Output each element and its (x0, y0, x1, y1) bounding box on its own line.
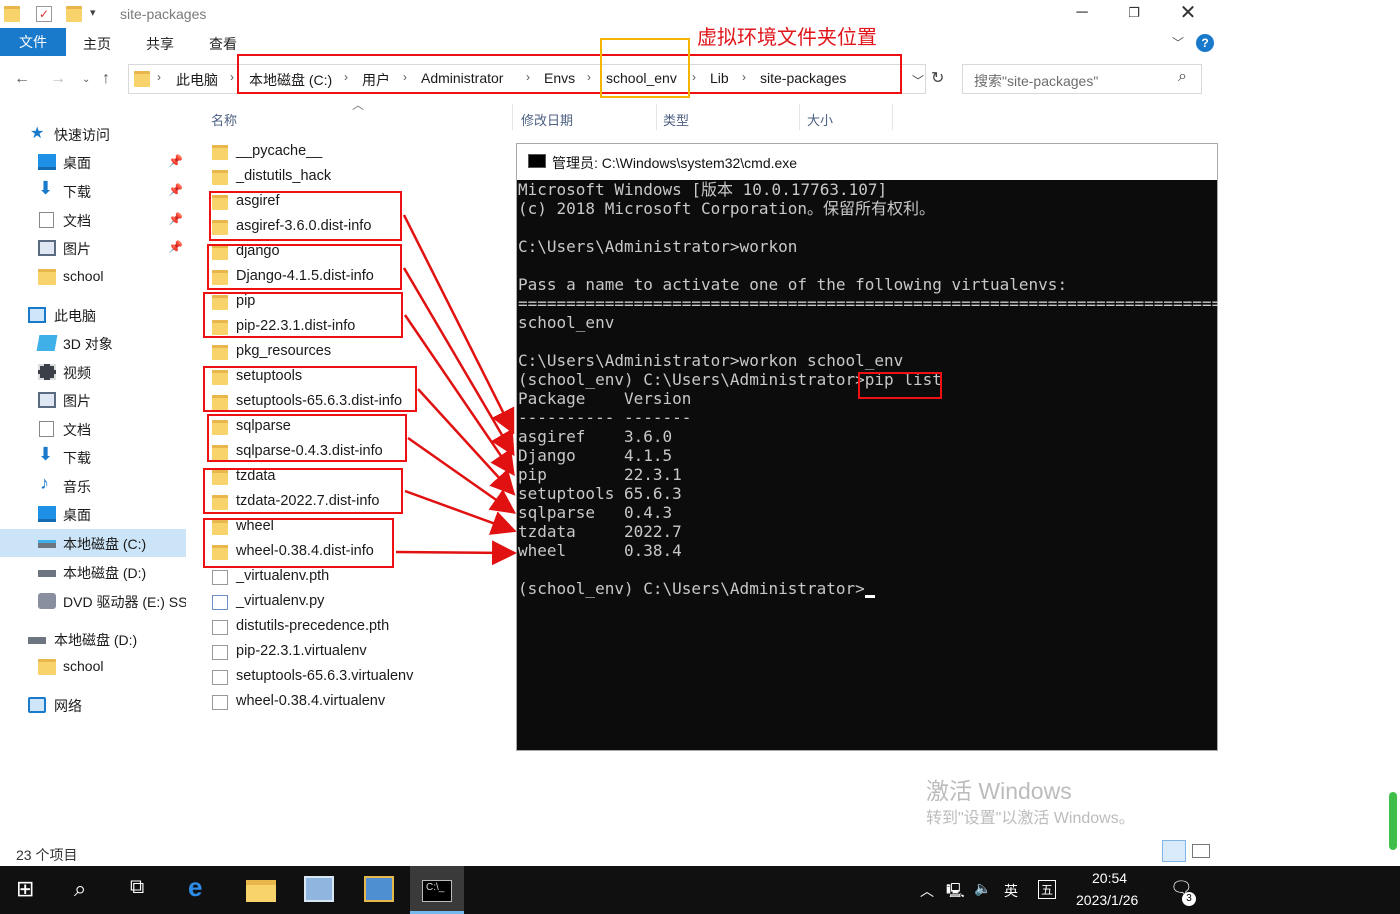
arrow-wheel (395, 540, 517, 566)
arrow-tzdata (404, 489, 517, 535)
arrow-asgiref (402, 214, 515, 435)
edge-browser-icon[interactable]: e (188, 872, 218, 902)
volume-icon[interactable]: 🔈 (974, 880, 991, 897)
cmd-taskbar-icon[interactable]: C:\_ (422, 880, 452, 902)
activation-watermark-subtitle: 转到"设置"以激活 Windows。 (926, 810, 1135, 827)
arrow-django (402, 267, 515, 457)
windows-start-icon[interactable]: ⊞ (16, 876, 46, 904)
ime-language[interactable]: 英 (1004, 881, 1018, 901)
task-view-icon[interactable]: ⧉ (130, 876, 160, 904)
search-icon[interactable]: ⌕ (74, 876, 104, 904)
clock-date[interactable]: 2023/1/26 (1076, 892, 1138, 908)
details-view-button[interactable] (1162, 840, 1186, 862)
ime-mode[interactable]: 五 (1038, 880, 1057, 899)
network-tray-icon[interactable]: 🖳 (946, 880, 965, 904)
tray-expand-icon[interactable]: ︿ (920, 881, 934, 901)
clock-time[interactable]: 20:54 (1092, 870, 1127, 886)
large-icons-view-button[interactable] (1192, 844, 1210, 858)
notification-count: 3 (1182, 892, 1196, 906)
side-scroll-indicator (1389, 792, 1397, 850)
server-manager-icon[interactable] (304, 876, 334, 902)
activation-watermark-title: 激活 Windows (926, 778, 1072, 804)
item-count: 23 个项目 (16, 847, 78, 863)
file-explorer-icon[interactable] (246, 880, 276, 902)
annotation-arrows (395, 214, 517, 566)
admin-tools-icon[interactable] (364, 876, 394, 902)
